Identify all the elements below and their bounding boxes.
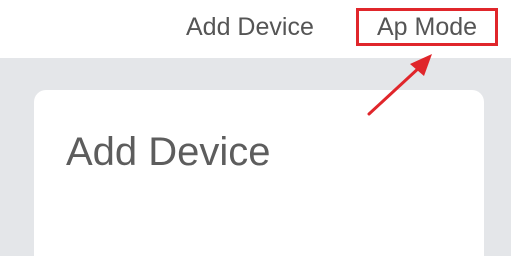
add-device-card: Add Device xyxy=(34,90,484,280)
card-title: Add Device xyxy=(66,130,271,174)
header-title: Add Device xyxy=(186,13,314,41)
ap-mode-button[interactable]: Ap Mode xyxy=(356,8,498,46)
top-bar: Add Device Ap Mode xyxy=(0,0,511,58)
